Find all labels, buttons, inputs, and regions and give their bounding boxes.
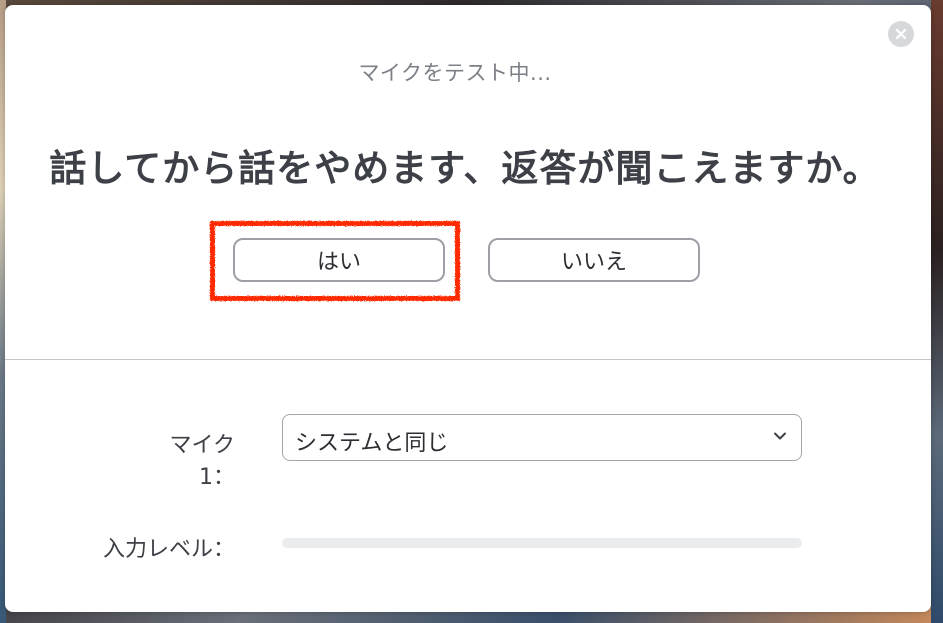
yes-button[interactable]: はい: [233, 238, 445, 282]
section-divider: [5, 359, 931, 360]
dialog-subtitle: マイクをテスト中...: [358, 61, 552, 85]
chevron-down-icon: [774, 432, 786, 440]
input-level-label: 入力レベル：: [102, 537, 235, 562]
close-icon: [895, 28, 907, 40]
mic-test-dialog: マイクをテスト中... 話してから話をやめます、返答が聞こえますか。 はい いい…: [5, 5, 931, 612]
background-right: [931, 0, 943, 623]
dialog-question: 話してから話をやめます、返答が聞こえますか。: [49, 147, 881, 190]
mic-select-value: システムと同じ: [295, 431, 449, 456]
mic-select[interactable]: システムと同じ: [282, 414, 802, 461]
mic-label: マイク1：: [169, 433, 235, 490]
input-level-meter: [282, 538, 802, 548]
close-button[interactable]: [888, 21, 914, 47]
no-button[interactable]: いいえ: [488, 238, 700, 282]
